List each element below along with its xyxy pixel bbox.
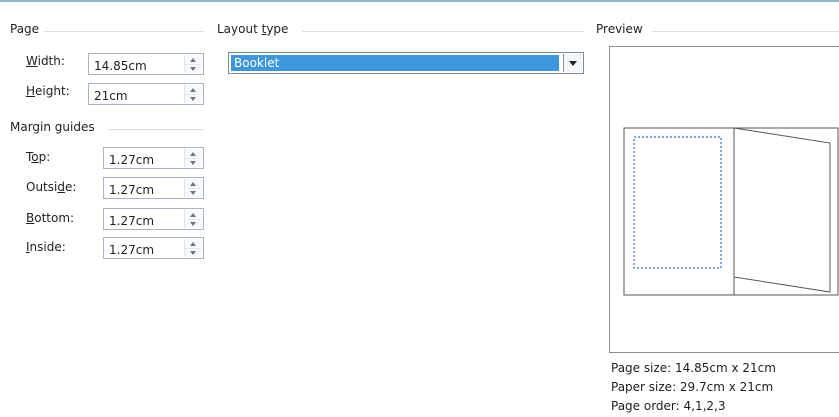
layout-type-dropdown[interactable]: Booklet <box>228 52 584 74</box>
page-group-title: Page <box>10 22 40 36</box>
layout-type-dropdown-button[interactable] <box>563 54 582 72</box>
preview-panel <box>609 46 839 353</box>
height-input[interactable] <box>89 84 181 104</box>
width-input[interactable] <box>89 54 181 74</box>
height-increment-button[interactable] <box>185 85 202 94</box>
height-spin-arrows[interactable] <box>184 85 202 103</box>
top-border <box>0 0 839 2</box>
outside-margin-label: Outside: <box>26 180 77 194</box>
arrow-down-icon <box>190 67 196 71</box>
page-group-rule <box>44 31 204 32</box>
inside-margin-spinbox[interactable] <box>103 237 204 259</box>
arrow-down-icon <box>190 222 196 226</box>
arrow-up-icon <box>190 242 196 246</box>
turning-page <box>733 127 831 293</box>
outside-margin-spin-arrows[interactable] <box>184 179 202 197</box>
outside-margin-input[interactable] <box>104 178 181 198</box>
height-spinbox[interactable] <box>88 83 204 105</box>
arrow-down-icon <box>190 251 196 255</box>
bottom-margin-input[interactable] <box>104 209 181 229</box>
bottom-margin-decrement-button[interactable] <box>185 219 202 228</box>
layout-type-title: Layout type <box>217 22 289 36</box>
chevron-down-icon <box>569 61 577 66</box>
height-label: Height: <box>26 84 70 98</box>
margin-guides-rule <box>108 129 204 130</box>
arrow-up-icon <box>190 58 196 62</box>
inside-margin-spin-arrows[interactable] <box>184 239 202 257</box>
inside-margin-decrement-button[interactable] <box>185 248 202 257</box>
outside-margin-decrement-button[interactable] <box>185 188 202 197</box>
top-margin-input[interactable] <box>104 148 181 168</box>
arrow-up-icon <box>190 213 196 217</box>
top-margin-spinbox[interactable] <box>103 147 204 169</box>
preview-title: Preview <box>596 22 643 36</box>
height-decrement-button[interactable] <box>185 94 202 103</box>
inside-margin-increment-button[interactable] <box>185 239 202 248</box>
arrow-up-icon <box>190 182 196 186</box>
width-decrement-button[interactable] <box>185 64 202 73</box>
width-increment-button[interactable] <box>185 55 202 64</box>
bottom-margin-increment-button[interactable] <box>185 210 202 219</box>
arrow-down-icon <box>190 97 196 101</box>
top-margin-label: Top: <box>26 150 51 164</box>
width-spinbox[interactable] <box>88 53 204 75</box>
left-page-sheet <box>623 127 735 296</box>
page-order-text: Page order: 4,1,2,3 <box>611 399 726 413</box>
margin-guides-title: Margin guides <box>10 120 95 134</box>
bottom-margin-spinbox[interactable] <box>103 208 204 230</box>
width-label: Width: <box>26 54 65 68</box>
outside-margin-spinbox[interactable] <box>103 177 204 199</box>
inside-margin-input[interactable] <box>104 238 181 258</box>
inside-margin-label: Inside: <box>26 240 66 254</box>
arrow-down-icon <box>190 191 196 195</box>
top-margin-decrement-button[interactable] <box>185 158 202 167</box>
bottom-margin-spin-arrows[interactable] <box>184 210 202 228</box>
booklet-preview-illustration <box>623 127 839 296</box>
page-size-text: Page size: 14.85cm x 21cm <box>611 361 776 375</box>
top-margin-spin-arrows[interactable] <box>184 149 202 167</box>
preview-rule <box>652 31 839 32</box>
arrow-up-icon <box>190 152 196 156</box>
outside-margin-increment-button[interactable] <box>185 179 202 188</box>
layout-type-rule <box>302 31 584 32</box>
layout-type-selected[interactable]: Booklet <box>231 55 559 71</box>
paper-size-text: Paper size: 29.7cm x 21cm <box>611 380 774 394</box>
arrow-up-icon <box>190 88 196 92</box>
top-margin-increment-button[interactable] <box>185 149 202 158</box>
bottom-margin-label: Bottom: <box>26 211 75 225</box>
width-spin-arrows[interactable] <box>184 55 202 73</box>
arrow-down-icon <box>190 161 196 165</box>
